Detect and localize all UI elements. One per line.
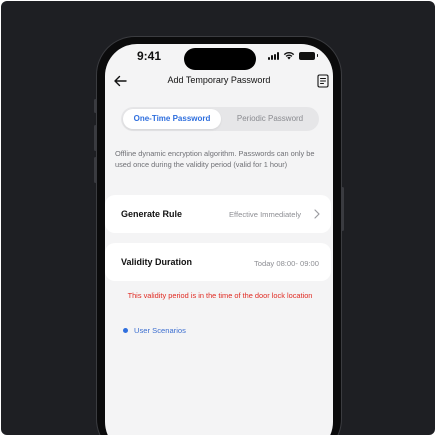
generate-rule-value: Effective Immediately xyxy=(228,210,301,219)
validity-duration-label: Validity Duration xyxy=(121,257,193,267)
side-button-volume-down xyxy=(94,157,97,183)
password-type-tabs: One-Time Password Periodic Password xyxy=(121,107,319,131)
user-scenarios-label: User Scenarios xyxy=(134,326,186,335)
chevron-right-icon xyxy=(314,209,320,219)
page-title: Add Temporary Password xyxy=(167,75,271,85)
status-time: 9:41 xyxy=(137,49,162,63)
document-icon[interactable] xyxy=(317,74,329,88)
cellular-signal-icon xyxy=(268,51,279,60)
validity-warning: This validity period is in the time of t… xyxy=(127,291,313,300)
side-button-power xyxy=(341,187,344,231)
description-text: Offline dynamic encryption algorithm. Pa… xyxy=(115,149,315,169)
side-button-mute xyxy=(94,99,97,113)
validity-duration-row[interactable]: Validity Duration Today 08:00- 09:00 xyxy=(105,243,331,281)
tab-periodic-password[interactable]: Periodic Password xyxy=(221,109,319,129)
status-icons xyxy=(268,51,318,60)
nav-header: Add Temporary Password xyxy=(105,72,333,92)
generate-rule-label: Generate Rule xyxy=(121,209,183,219)
wifi-icon xyxy=(283,51,295,60)
tab-one-time-password[interactable]: One-Time Password xyxy=(123,109,221,129)
generate-rule-row[interactable]: Generate Rule Effective Immediately xyxy=(105,195,331,233)
dynamic-island xyxy=(184,48,256,70)
phone-screen: 9:41 Add Temporary Password One-Time Pas… xyxy=(105,44,333,435)
battery-icon xyxy=(299,51,318,60)
user-scenarios-link[interactable]: User Scenarios xyxy=(123,326,186,335)
validity-duration-value: Today 08:00- 09:00 xyxy=(253,259,319,268)
bullet-dot-icon xyxy=(123,328,128,333)
canvas-frame: 9:41 Add Temporary Password One-Time Pas… xyxy=(1,1,435,435)
side-button-volume-up xyxy=(94,125,97,151)
